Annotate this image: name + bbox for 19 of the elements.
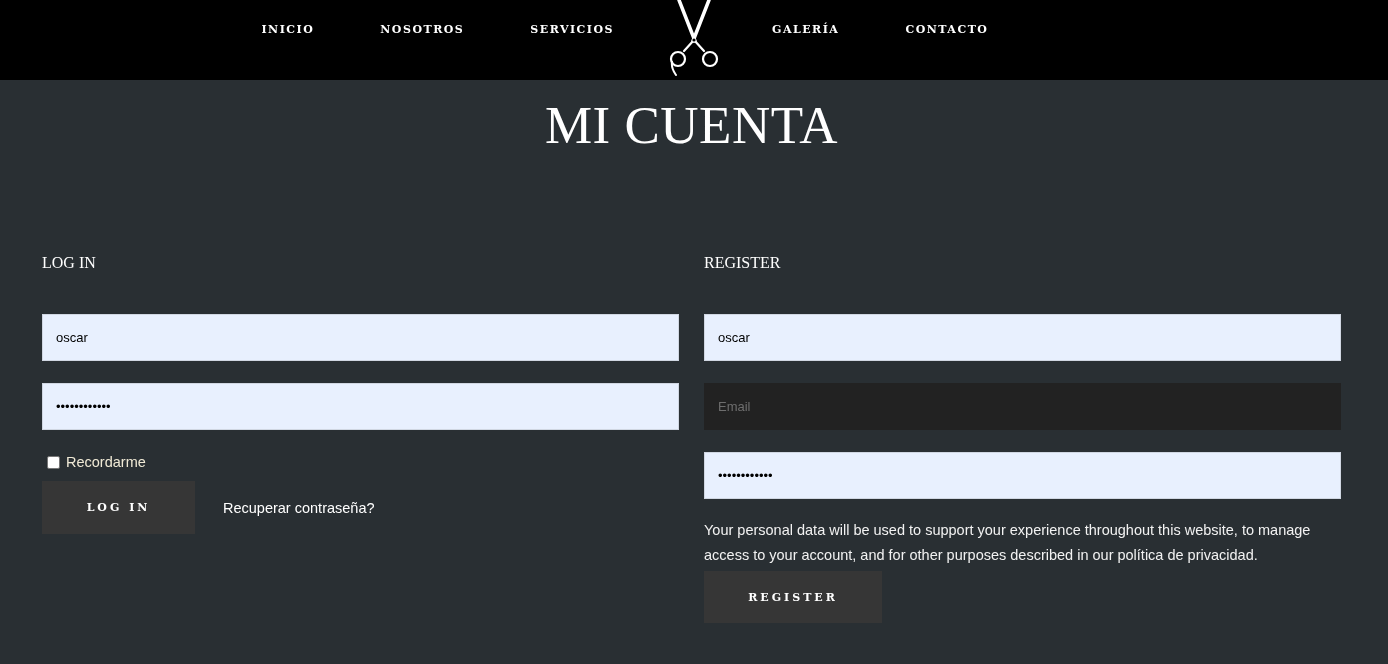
username-field[interactable]: oscar <box>704 314 1341 361</box>
login-button[interactable]: LOG IN <box>42 481 195 534</box>
nav-link[interactable]: SERVICIOS <box>530 24 614 36</box>
lost-password-link[interactable]: Recuperar contraseña? <box>223 499 375 516</box>
email-field[interactable]: Email <box>704 383 1341 430</box>
username-field[interactable]: oscar <box>42 314 679 361</box>
register-button[interactable]: REGISTER <box>704 571 882 623</box>
nav-link[interactable]: NOSOTROS <box>380 24 465 36</box>
nav-link[interactable]: INICIO <box>261 24 315 36</box>
privacy-notice: Your personal data will be used to support your experience throughout this website, to manage access to your account, and for other purposes described in our política de privacidad. <box>704 521 1312 565</box>
remember-label[interactable]: Recordarme <box>66 453 146 471</box>
password-field[interactable]: •••••••••••• <box>42 383 679 430</box>
login-heading: LOG IN <box>42 253 96 273</box>
nav-link[interactable]: GALERÍA <box>772 24 840 36</box>
remember-checkbox[interactable] <box>47 455 60 469</box>
register-heading: REGISTER <box>704 253 781 273</box>
nav-link[interactable]: CONTACTO <box>905 24 989 36</box>
password-field[interactable]: •••••••••••• <box>704 452 1341 499</box>
page-title: MI CUENTA <box>543 95 840 155</box>
